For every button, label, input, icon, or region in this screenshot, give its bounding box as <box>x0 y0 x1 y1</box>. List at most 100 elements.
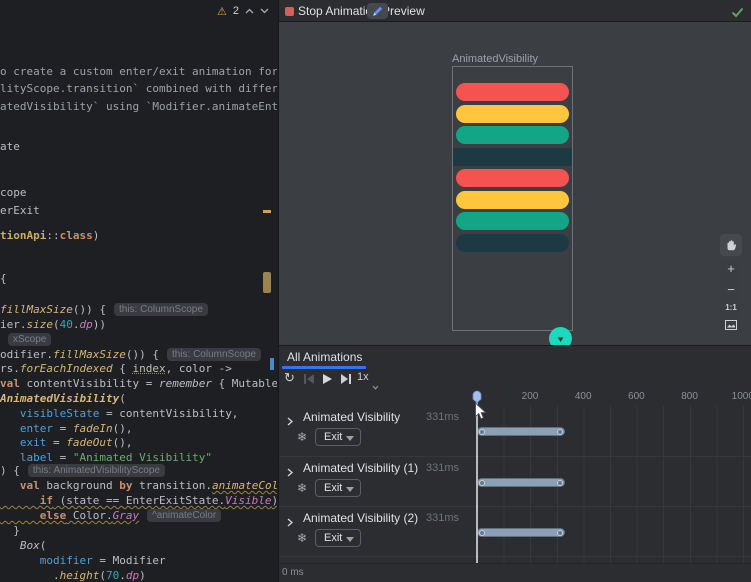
preview-toolbar: Stop Animation Preview <box>279 0 751 22</box>
code-line: ) {this: AnimatedVisibilityScope <box>0 463 165 478</box>
ruler-tick-label: 600 <box>628 391 645 402</box>
code-line: .height(70.dp) <box>0 568 146 582</box>
code-lines: o create a custom enter/exit animation f… <box>0 0 263 582</box>
code-line: ier.size(40.dp)) <box>0 317 106 332</box>
animations-timeline-panel: All Animations ↻ 1x 2004006008 <box>279 345 751 582</box>
stop-icon[interactable] <box>285 7 294 16</box>
zoom-out-button[interactable]: − <box>720 282 742 297</box>
code-line: enter = fadeIn(), <box>0 421 133 436</box>
dropdown-arrow-icon <box>346 537 354 542</box>
animation-name: Animated Visibility (2) <box>303 511 418 525</box>
animation-row: Animated Visibility (3)331ms❄Exit <box>279 556 751 563</box>
hand-icon <box>724 238 738 252</box>
status-check-icon <box>731 5 744 23</box>
code-line: o create a custom enter/exit animation f… <box>0 64 277 79</box>
code-line: fillMaxSize()) {this: ColumnScope <box>0 302 208 317</box>
code-line: atedVisibility` using `Modifier.animateE… <box>0 99 277 114</box>
code-editor[interactable]: ⚠2 o create a custom enter/exit animatio… <box>0 0 277 582</box>
editor-scrollbar-thumb[interactable] <box>263 272 271 293</box>
animation-preview-panel: Stop Animation Preview AnimatedVisibilit… <box>278 0 751 582</box>
preview-bar <box>456 126 569 144</box>
animation-row: Animated Visibility331ms❄Exit <box>279 406 751 456</box>
expand-chevron-icon[interactable] <box>286 413 294 431</box>
preview-bar <box>456 83 569 101</box>
animation-rows: Animated Visibility331ms❄ExitAnimated Vi… <box>279 406 751 563</box>
code-line: visibleState = contentVisibility, <box>0 406 238 421</box>
state-dropdown-value: Exit <box>324 482 342 494</box>
playback-speed-dropdown[interactable]: 1x <box>357 371 369 383</box>
expand-chevron-icon[interactable] <box>286 514 294 532</box>
animation-duration: 331ms <box>422 462 459 474</box>
code-line: xScope <box>0 332 51 347</box>
code-line: if (state == EnterExitState.Visible) col… <box>0 493 277 508</box>
freeze-icon[interactable]: ❄ <box>297 481 307 495</box>
preview-bar <box>456 234 569 252</box>
ruler-tick-label: 400 <box>575 391 592 402</box>
animation-preview-window: ⚠2 o create a custom enter/exit animatio… <box>0 0 751 582</box>
fit-screen-icon <box>725 320 737 330</box>
freeze-icon[interactable]: ❄ <box>297 531 307 545</box>
timeline-tabbar: All Animations <box>279 346 751 369</box>
animation-duration: 331ms <box>422 411 459 423</box>
code-line: Box( <box>0 538 46 553</box>
timeline-track-bar <box>477 478 565 487</box>
preview-bar <box>453 148 572 166</box>
go-to-end-button[interactable] <box>340 372 352 390</box>
code-line: rs.forEachIndexed { index, color -> <box>0 361 232 376</box>
dropdown-arrow-icon <box>346 487 354 492</box>
expand-chevron-icon[interactable] <box>286 464 294 482</box>
code-line: { <box>0 271 7 286</box>
code-line: lityScope.transition` combined with diff… <box>0 81 277 96</box>
tab-all-animations[interactable]: All Animations <box>287 350 362 364</box>
state-dropdown[interactable]: Exit <box>315 428 361 446</box>
code-line: cope <box>0 185 27 200</box>
code-line: tionApi::class) <box>0 228 99 243</box>
scrollbar-info-mark <box>270 358 274 370</box>
pan-hand-button[interactable] <box>720 234 742 256</box>
preview-bar <box>456 105 569 123</box>
code-line: modifier = Modifier <box>0 553 166 568</box>
code-line: val contentVisibility = remember { Mutab… <box>0 376 277 391</box>
timeline-track-bar <box>477 528 565 537</box>
zoom-controls: + − 1:1 <box>720 258 742 333</box>
code-line: AnimatedVisibility( <box>0 391 126 406</box>
animation-row: Animated Visibility (1)331ms❄Exit <box>279 456 751 506</box>
stop-animation-preview-button[interactable]: Stop Animation Preview <box>298 4 425 18</box>
go-to-start-button[interactable] <box>303 372 315 390</box>
freeze-icon[interactable]: ❄ <box>297 430 307 444</box>
preview-bar <box>456 212 569 230</box>
preview-surface: AnimatedVisibility ♥ + − 1:1 <box>279 22 751 345</box>
preview-bar <box>456 191 569 209</box>
animation-row: Animated Visibility (2) 331ms ❄ Exit <box>279 506 751 556</box>
code-line: odifier.fillMaxSize()) {this: ColumnScop… <box>0 347 261 362</box>
zoom-actual-size-button[interactable]: 1:1 <box>720 303 742 312</box>
preview-title: AnimatedVisibility <box>452 53 538 65</box>
code-line: val background by transition.animateColo… <box>0 478 277 493</box>
timeline-footer: 0 ms <box>279 563 751 582</box>
preview-bar <box>456 169 569 187</box>
edit-pencil-button[interactable] <box>367 3 388 19</box>
animation-duration: 331ms <box>422 512 459 524</box>
timeline-track-bar <box>477 427 565 436</box>
zoom-to-fit-button[interactable] <box>720 317 742 335</box>
state-dropdown[interactable]: Exit <box>315 479 361 497</box>
code-line: exit = fadeOut(), <box>0 435 132 450</box>
state-dropdown[interactable]: Exit <box>315 529 361 547</box>
dropdown-arrow-icon <box>346 436 354 441</box>
play-button[interactable] <box>321 372 333 390</box>
code-line: ate <box>0 139 20 154</box>
code-line: else Color.Gray^animateColor <box>0 508 221 523</box>
mouse-cursor-icon <box>474 402 487 426</box>
timeline-ruler[interactable]: 2004006008001000 <box>279 389 751 406</box>
loop-playback-button[interactable]: ↻ <box>284 370 295 386</box>
ruler-tick-label: 1000 <box>732 391 751 402</box>
zoom-in-button[interactable]: + <box>720 261 742 276</box>
state-dropdown-value: Exit <box>324 532 342 544</box>
playback-toolbar: ↻ 1x <box>279 369 751 389</box>
code-line: erExit <box>0 203 40 218</box>
pencil-icon <box>371 5 384 18</box>
code-line: } <box>0 523 20 538</box>
heart-icon: ♥ <box>558 334 563 344</box>
scrollbar-warning-mark <box>263 210 271 213</box>
ruler-tick-label: 800 <box>681 391 698 402</box>
